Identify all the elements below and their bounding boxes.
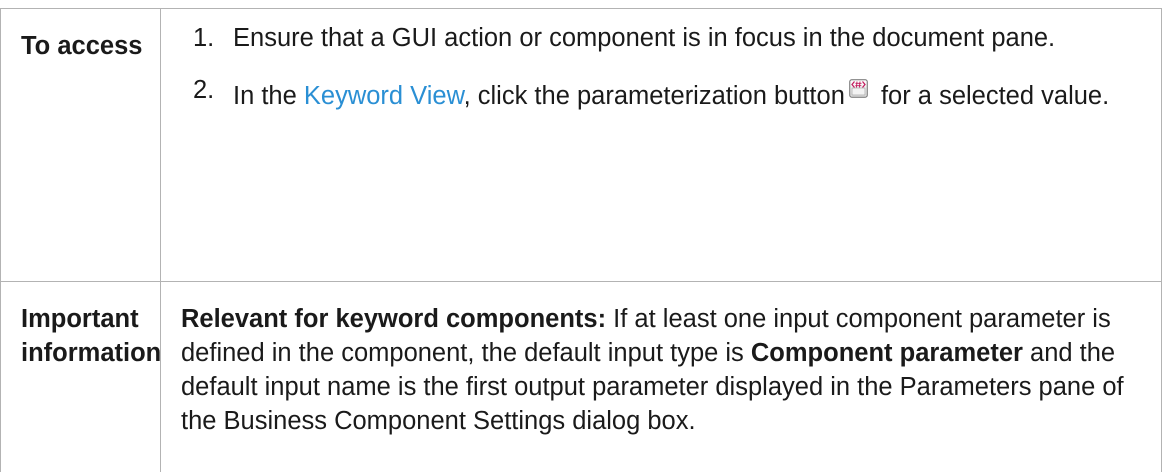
list-item: 2. In the Keyword View, click the parame… bbox=[181, 73, 1141, 113]
important-paragraph: Relevant for keyword components: If at l… bbox=[181, 294, 1141, 438]
info-table: To access 1. Ensure that a GUI action or… bbox=[0, 8, 1162, 472]
step-text: Ensure that a GUI action or component is… bbox=[233, 24, 1056, 52]
row-header-label-line1: Important bbox=[21, 305, 139, 333]
step-number: 2. bbox=[193, 76, 215, 104]
keyword-view-link[interactable]: Keyword View bbox=[304, 82, 464, 110]
row-header-to-access: To access bbox=[0, 8, 161, 282]
row-content-important-information: Relevant for keyword components: If at l… bbox=[160, 281, 1162, 472]
access-steps-list: 1. Ensure that a GUI action or component… bbox=[181, 21, 1141, 113]
step-text-middle: , click the parameterization button bbox=[463, 82, 845, 110]
list-item: 1. Ensure that a GUI action or component… bbox=[181, 21, 1141, 55]
row-header-label: To access bbox=[21, 32, 143, 60]
table-row-to-access: To access 1. Ensure that a GUI action or… bbox=[0, 8, 1162, 282]
row-content-to-access: 1. Ensure that a GUI action or component… bbox=[160, 8, 1162, 282]
relevant-lead-text: Relevant for keyword components: bbox=[181, 305, 607, 333]
component-parameter-term: Component parameter bbox=[750, 339, 1023, 367]
row-header-important-information: Important information bbox=[0, 281, 162, 472]
table-row-important-information: Important information Relevant for keywo… bbox=[0, 281, 1162, 472]
row-header-label-line2: information bbox=[21, 339, 162, 367]
step-text-suffix: for a selected value. bbox=[873, 82, 1110, 110]
parameterization-icon bbox=[849, 73, 868, 98]
step-number: 1. bbox=[193, 24, 215, 52]
step-text-prefix: In the bbox=[233, 82, 304, 110]
